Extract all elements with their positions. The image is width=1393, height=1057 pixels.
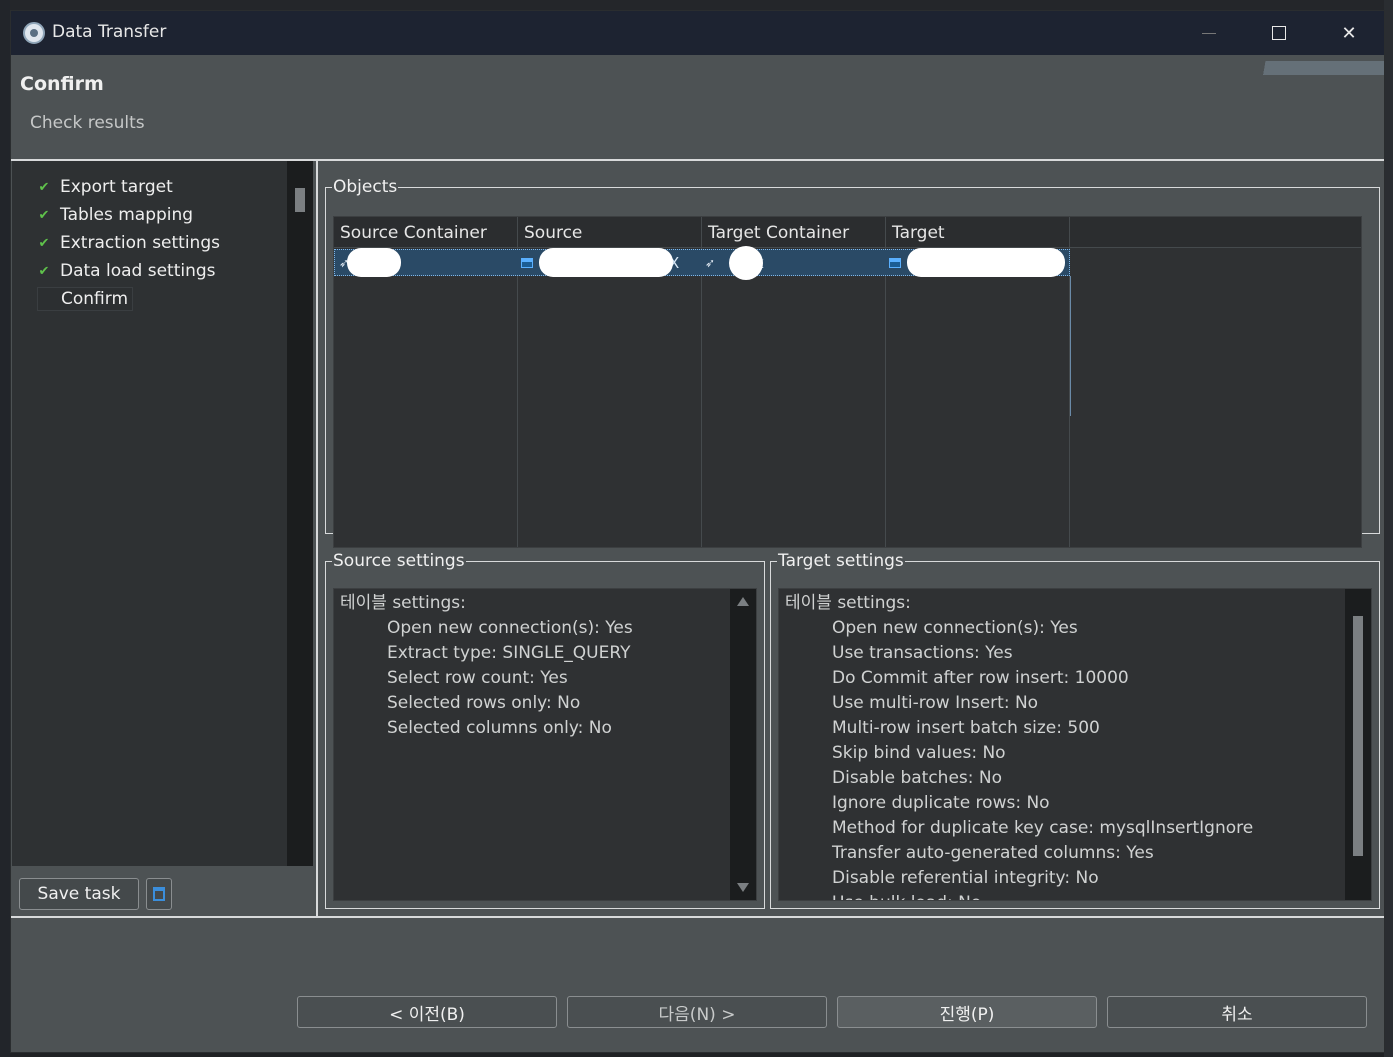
settings-option: Disable batches: No bbox=[832, 768, 1003, 788]
scroll-up-arrow-icon[interactable] bbox=[737, 597, 749, 606]
wizard-steps-nav: ✔ Export target ✔ Tables mapping ✔ Extra… bbox=[12, 161, 287, 866]
settings-option: Use bulk load: No bbox=[779, 891, 1371, 900]
nav-item-export-target[interactable]: ✔ Export target bbox=[36, 175, 173, 199]
settings-option: Ignore duplicate rows: No bbox=[832, 793, 1050, 813]
nav-scrollbar[interactable] bbox=[287, 161, 313, 866]
cell-target-container: ➶ k bbox=[705, 246, 885, 280]
settings-option: Selected rows only: No bbox=[387, 693, 581, 713]
settings-option: Extract type: SINGLE_QUERY bbox=[387, 643, 631, 663]
background-right-edge bbox=[1384, 0, 1393, 1057]
nav-item-label: Extraction settings bbox=[60, 233, 220, 253]
data-transfer-dialog: Data Transfer ✕ Confirm Check results ✔ … bbox=[10, 10, 1385, 1053]
checkmark-icon: ✔ bbox=[38, 179, 50, 195]
page-subtitle: Check results bbox=[30, 113, 145, 133]
settings-header: 테이블 settings: bbox=[785, 593, 911, 613]
checkmark-icon: ✔ bbox=[38, 207, 50, 223]
column-divider bbox=[701, 248, 702, 547]
objects-group: Objects Source Container Source Target C… bbox=[325, 177, 1380, 548]
nav-scroll-thumb[interactable] bbox=[295, 188, 305, 212]
settings-option: Disable referential integrity: No bbox=[832, 868, 1099, 888]
target-settings-text[interactable]: 테이블 settings: Open new connection(s): Ye… bbox=[778, 588, 1372, 901]
task-actions: Save task bbox=[12, 866, 314, 916]
footer-divider bbox=[11, 916, 1384, 918]
settings-option: Method for duplicate key case: mysqlInse… bbox=[832, 818, 1254, 838]
window-title: Data Transfer bbox=[52, 22, 167, 42]
table-icon bbox=[521, 257, 533, 268]
scroll-down-arrow-icon[interactable] bbox=[737, 883, 749, 892]
checkmark-icon: ✔ bbox=[38, 263, 50, 279]
title-bar: Data Transfer ✕ bbox=[11, 11, 1384, 55]
maximize-icon bbox=[1272, 26, 1286, 40]
target-scroll-thumb[interactable] bbox=[1353, 616, 1363, 856]
settings-header: 테이블 settings: bbox=[340, 593, 466, 613]
cancel-button[interactable]: 취소 bbox=[1107, 996, 1367, 1028]
table-header: Source Container Source Target Container… bbox=[334, 217, 1361, 248]
settings-option: Multi-row insert batch size: 500 bbox=[832, 718, 1100, 738]
cell-source-container: ➶ bbox=[339, 248, 519, 277]
nav-item-label: Tables mapping bbox=[60, 205, 194, 225]
minimize-button[interactable] bbox=[1174, 11, 1244, 55]
column-header-source-container[interactable]: Source Container bbox=[334, 217, 518, 248]
settings-option: Open new connection(s): Yes bbox=[832, 618, 1078, 638]
nav-item-label: Data load settings bbox=[60, 261, 216, 281]
source-settings-text[interactable]: 테이블 settings: Open new connection(s): Ye… bbox=[333, 588, 757, 901]
task-icon bbox=[153, 887, 165, 901]
save-task-button[interactable]: Save task bbox=[19, 878, 139, 910]
target-settings-group: Target settings 테이블 settings: Open new c… bbox=[770, 551, 1380, 909]
minimize-icon bbox=[1202, 32, 1216, 34]
background-gutter bbox=[0, 0, 10, 1057]
settings-option: Select row count: Yes bbox=[387, 668, 568, 688]
selection-edge bbox=[1070, 276, 1071, 416]
nav-item-confirm[interactable]: Confirm bbox=[37, 287, 134, 311]
proceed-button[interactable]: 진행(P) bbox=[837, 996, 1097, 1028]
settings-option: Selected columns only: No bbox=[387, 718, 612, 738]
confirm-panel: Objects Source Container Source Target C… bbox=[316, 161, 1384, 916]
back-button[interactable]: < 이전(B) bbox=[297, 996, 557, 1028]
mysql-dolphin-icon: ➶ bbox=[705, 255, 716, 270]
table-icon bbox=[889, 257, 901, 268]
table-row-selected[interactable]: ➶ X ➶ k bbox=[334, 246, 1070, 280]
cell-target bbox=[889, 248, 1069, 277]
settings-option: Transfer auto-generated columns: Yes bbox=[832, 843, 1154, 863]
nav-item-extraction-settings[interactable]: ✔ Extraction settings bbox=[36, 231, 220, 255]
header-decoration bbox=[1239, 61, 1384, 75]
source-settings-group: Source settings 테이블 settings: Open new c… bbox=[325, 551, 765, 909]
settings-option: Use transactions: Yes bbox=[832, 643, 1013, 663]
redacted-mark bbox=[539, 248, 673, 277]
next-button[interactable]: 다음(N) > bbox=[567, 996, 827, 1028]
objects-legend: Objects bbox=[333, 177, 398, 197]
nav-item-label: Export target bbox=[60, 177, 173, 197]
dbeaver-app-icon bbox=[23, 22, 45, 44]
settings-option: Use multi-row Insert: No bbox=[832, 693, 1039, 713]
nav-item-tables-mapping[interactable]: ✔ Tables mapping bbox=[36, 203, 194, 227]
redacted-mark bbox=[729, 246, 763, 280]
column-header-target-container[interactable]: Target Container bbox=[702, 217, 886, 248]
column-divider bbox=[517, 248, 518, 547]
settings-option: Skip bind values: No bbox=[832, 743, 1006, 763]
source-settings-scrollbar[interactable] bbox=[730, 589, 756, 900]
redacted-mark bbox=[347, 248, 401, 277]
target-settings-scrollbar[interactable] bbox=[1345, 589, 1371, 900]
cell-source: X bbox=[521, 248, 701, 277]
task-config-button[interactable] bbox=[146, 878, 172, 910]
nav-item-data-load-settings[interactable]: ✔ Data load settings bbox=[36, 259, 216, 283]
page-title: Confirm bbox=[20, 73, 104, 95]
checkmark-icon: ✔ bbox=[38, 235, 50, 251]
maximize-button[interactable] bbox=[1244, 11, 1314, 55]
wizard-header: Confirm Check results bbox=[11, 55, 1384, 159]
settings-option: Open new connection(s): Yes bbox=[387, 618, 633, 638]
nav-item-label: Confirm bbox=[61, 289, 129, 309]
source-settings-legend: Source settings bbox=[333, 551, 465, 571]
column-header-target[interactable]: Target bbox=[886, 217, 1070, 248]
settings-option: Do Commit after row insert: 10000 bbox=[832, 668, 1129, 688]
redacted-mark bbox=[907, 248, 1065, 277]
target-settings-legend: Target settings bbox=[778, 551, 904, 571]
column-header-source[interactable]: Source bbox=[518, 217, 702, 248]
close-button[interactable]: ✕ bbox=[1314, 11, 1384, 55]
objects-table: Source Container Source Target Container… bbox=[333, 216, 1362, 548]
column-divider bbox=[885, 248, 886, 547]
close-icon: ✕ bbox=[1341, 22, 1357, 44]
